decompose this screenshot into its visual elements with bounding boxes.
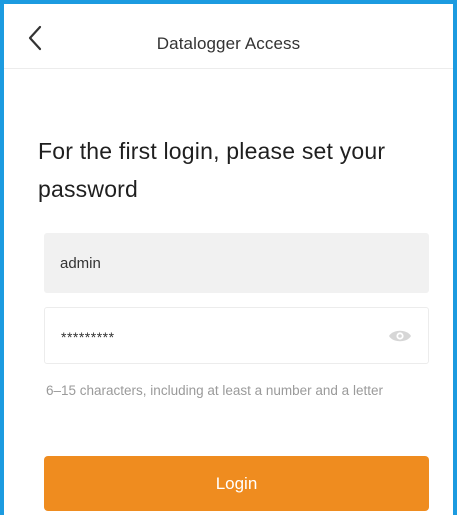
show-password-toggle[interactable] (388, 327, 412, 345)
header-bar: Datalogger Access (4, 4, 453, 69)
password-requirements-hint: 6–15 characters, including at least a nu… (46, 383, 383, 398)
username-field[interactable]: admin (44, 233, 429, 293)
password-value: ********* (61, 329, 115, 345)
instruction-heading: For the first login, please set your pas… (38, 138, 386, 202)
password-field[interactable]: ********* (44, 307, 429, 364)
page-title: Datalogger Access (156, 34, 301, 53)
eye-icon (389, 330, 411, 342)
username-value: admin (60, 255, 101, 272)
app-frame: Datalogger Access For the first login, p… (0, 0, 457, 515)
login-button[interactable]: Login (44, 456, 429, 511)
